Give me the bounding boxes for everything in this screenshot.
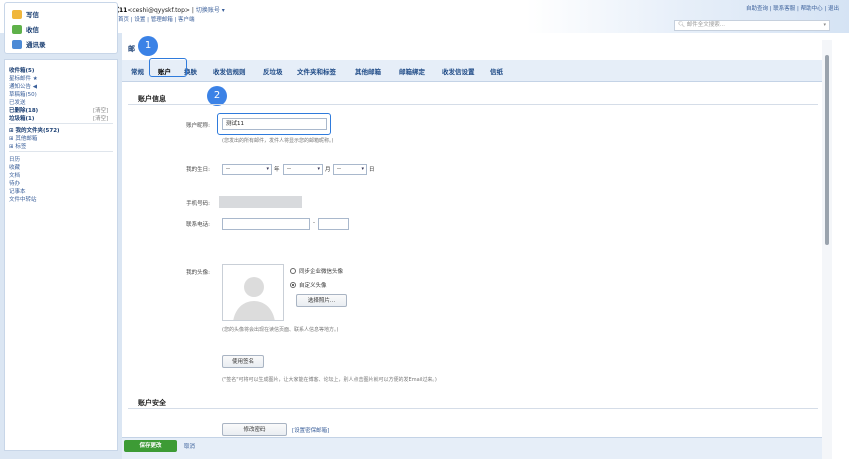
avatar-preview [222,264,284,321]
nickname-label: 账户昵称: [186,123,210,129]
phone-label: 手机号码: [186,201,210,207]
search-dropdown-icon[interactable]: ▾ [823,21,826,30]
tab-other-mailbox[interactable]: 其他邮箱 [355,66,381,76]
contacts-button[interactable]: 通讯录 [12,39,46,49]
birthday-label: 我的生日: [186,167,210,173]
tab-folders-tags[interactable]: 文件夹和标签 [297,66,336,76]
month-unit: 月 [325,167,331,173]
inbox-icon [12,24,22,34]
user-email: <ceshi@qyyskf.top> [127,7,190,14]
receive-mail-label: 收信 [26,26,39,34]
tab-general[interactable]: 常规 [131,66,144,76]
tool-calendar[interactable]: 日历 [9,155,20,163]
contacts-label: 通讯录 [26,41,46,49]
folder-starred[interactable]: 星标邮件 ★ [9,74,38,82]
page-title: 邮 [128,45,135,53]
step-badge-1: 1 [138,36,158,56]
section-account-info: 账户信息 [138,95,166,103]
tool-notes[interactable]: 记事本 [9,187,26,195]
bottom-action-bar [122,437,822,459]
search-placeholder: 邮件全文搜索... [686,22,725,28]
search-input[interactable]: 🔍︎ 邮件全文搜索... ▾ [674,20,830,31]
nickname-highlight [217,113,331,135]
birthday-month-value: -- [287,166,291,172]
cancel-link[interactable]: 取消 [184,442,195,450]
avatar-option-custom[interactable]: 自定义头像 [290,281,327,289]
clear-spam-link[interactable]: [清空] [93,114,108,122]
tool-documents[interactable]: 文档 [9,171,20,179]
user-info: 测试11<ceshi@qyyskf.top> | 切换账号 ▾ [107,5,225,14]
tool-todo[interactable]: 待办 [9,179,20,187]
section-divider [128,104,818,105]
sidebar-divider [9,151,113,152]
tel-number-input[interactable] [318,218,349,230]
folder-list: 收件箱(5) 星标邮件 ★ 通知公告 ◀ 草稿箱(50) 已发送 已删除(18)… [4,59,118,451]
account-tab-highlight [149,58,187,77]
birthday-year-select[interactable]: -- ▾ [222,164,272,175]
tab-mail-rules[interactable]: 收发信规则 [213,66,246,76]
step-badge-2: 2 [207,86,227,106]
chevron-down-icon: ▾ [266,166,269,172]
header-separator: | [191,7,194,14]
radio-unchecked-icon [290,268,296,274]
folder-group-other[interactable]: ⊞ 其他邮箱 [9,134,37,142]
birthday-day-value: -- [337,166,341,172]
tab-stationery[interactable]: 信纸 [490,66,503,76]
avatar-option-custom-label: 自定义头像 [299,283,327,289]
tel-separator: - [313,220,315,226]
avatar-placeholder-icon [223,265,283,320]
avatar-option-wechat[interactable]: 同步企业微信头像 [290,267,343,275]
write-mail-label: 写信 [26,11,39,19]
day-unit: 日 [369,167,375,173]
signature-button[interactable]: 使用签名 [222,355,264,368]
avatar-hint: (您的头像将会出现在读信页面、联系人信息等地方。) [222,327,339,333]
switch-account-link[interactable]: 切换账号 ▾ [196,7,225,14]
clear-deleted-link[interactable]: [清空] [93,106,108,114]
folder-inbox[interactable]: 收件箱(5) [9,66,34,74]
folder-spam[interactable]: 垃圾箱(1) [9,114,34,122]
write-mail-button[interactable]: 写信 [12,9,39,19]
folder-deleted[interactable]: 已删除(18) [9,106,38,114]
pencil-icon [12,9,22,19]
contacts-icon [12,39,22,49]
tab-mailbox-binding[interactable]: 邮箱绑定 [399,66,425,76]
chevron-down-icon: ▾ [361,166,364,172]
avatar-label: 我的头像: [186,270,210,276]
folder-group-mine[interactable]: ⊞ 我的文件夹(572) [9,126,60,134]
change-password-button[interactable]: 修改密码 [222,423,287,436]
folder-notices[interactable]: 通知公告 ◀ [9,82,37,90]
tel-label: 联系电话: [186,222,210,228]
save-button[interactable]: 保存更改 [124,440,177,452]
set-security-email-link[interactable]: [设置密保邮箱] [292,426,329,434]
year-unit: 年 [274,167,280,173]
birthday-year-value: -- [226,166,230,172]
radio-checked-icon [290,282,296,288]
sidebar-actions: 写信 收信 通讯录 [4,2,118,54]
receive-mail-button[interactable]: 收信 [12,24,39,34]
header-sub-links[interactable]: 邮箱首页 | 设置 | 管理邮箱 | 客户端 [107,15,195,23]
tab-send-receive[interactable]: 收发信设置 [442,66,475,76]
birthday-month-select[interactable]: -- ▾ [283,164,323,175]
section-account-security: 账户安全 [138,399,166,407]
scrollbar-thumb[interactable] [825,55,829,245]
choose-photo-button[interactable]: 选择照片... [296,294,347,307]
search-icon: 🔍︎ [678,22,685,28]
avatar-option-wechat-label: 同步企业微信头像 [299,269,344,275]
folder-drafts[interactable]: 草稿箱(50) [9,90,37,98]
nickname-hint: (您发出的所有邮件，发件人将显示您的邮箱昵称。) [222,138,334,144]
main-content [122,33,822,459]
chevron-down-icon: ▾ [317,166,320,172]
phone-value-redacted [219,196,302,208]
signature-hint: ("签名"可将可以生成图片，让大家能在博客、论坛上，别人点击图片就可以方便的发E… [222,377,437,383]
sidebar-divider [9,123,113,124]
tab-anti-spam[interactable]: 反垃圾 [263,66,283,76]
folder-group-tags[interactable]: ⊞ 标签 [9,142,26,150]
tel-area-input[interactable] [222,218,310,230]
folder-sent[interactable]: 已发送 [9,98,26,106]
header-top-links[interactable]: 自助查询 | 联系客服 | 帮助中心 | 退出 [746,4,839,12]
tool-file-transfer[interactable]: 文件中转站 [9,195,37,203]
tool-favorites[interactable]: 收藏 [9,163,20,171]
birthday-day-select[interactable]: -- ▾ [333,164,367,175]
section-divider [128,408,818,409]
